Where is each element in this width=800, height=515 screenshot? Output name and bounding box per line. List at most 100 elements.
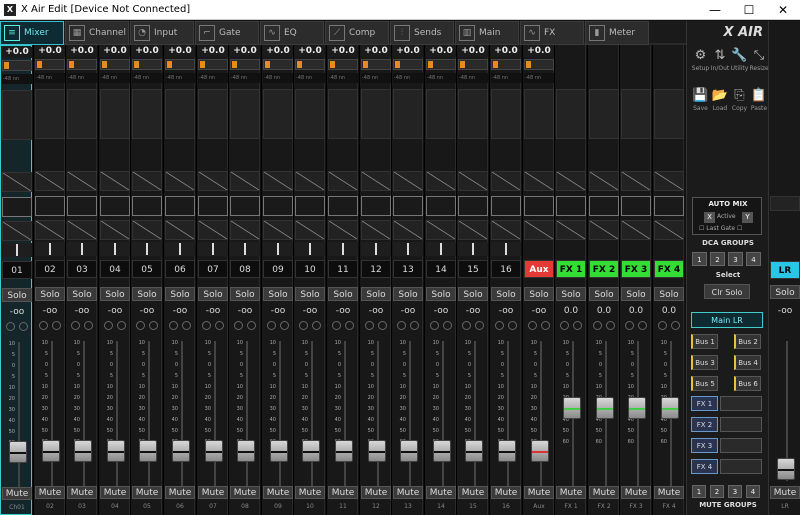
fader-knob[interactable] [302,440,320,462]
maximize-button[interactable]: ☐ [732,0,766,20]
resize-tool[interactable]: ⤡ Resize [750,47,769,75]
gate-curve[interactable] [2,172,32,192]
gain-slider[interactable] [426,59,456,70]
gate-curve[interactable] [263,171,293,191]
insert-slot[interactable] [393,89,423,139]
mute-button[interactable]: Mute [589,486,619,499]
dca-button-2[interactable]: 2 [710,252,725,266]
eq-box[interactable] [295,196,325,216]
eq-box[interactable] [230,196,260,216]
gain-slider[interactable] [458,59,488,70]
insert-slot[interactable] [524,89,554,139]
mute-button[interactable]: Mute [556,486,586,499]
mute-button[interactable]: Mute [328,486,358,499]
fx-thumbnail-4[interactable] [720,459,762,474]
fader-knob[interactable] [531,440,549,462]
fx-button-4[interactable]: FX 4 [691,459,718,474]
pan-control[interactable] [230,242,260,256]
mute-button[interactable]: Mute [491,486,521,499]
mute-button[interactable]: Mute [132,486,162,499]
eq-box[interactable] [426,196,456,216]
channel-name[interactable]: 09 [263,260,293,278]
bus-button-2[interactable]: Bus 2 [734,334,761,349]
channel-name[interactable]: FX 3 [621,260,651,278]
gate-curve[interactable] [361,171,391,191]
solo-button[interactable]: Solo [165,287,195,301]
channel-name[interactable]: 04 [100,260,130,278]
insert-slot[interactable] [426,89,456,139]
eq-box[interactable] [100,196,130,216]
fader-knob[interactable] [563,397,581,419]
comp-curve[interactable] [524,220,554,240]
solo-button[interactable]: Solo [132,287,162,301]
comp-curve[interactable] [198,220,228,240]
solo-button[interactable]: Solo [458,287,488,301]
mute-button[interactable]: Mute [2,487,32,500]
mute-group-button-2[interactable]: 2 [710,485,724,498]
channel-name[interactable]: FX 4 [654,260,684,278]
gain-slider[interactable] [230,59,260,70]
insert-slot[interactable] [491,89,521,139]
comp-curve[interactable] [2,221,32,241]
pan-control[interactable] [295,242,325,256]
gain-slider[interactable] [2,60,32,71]
mute-button[interactable]: Mute [295,486,325,499]
fader-knob[interactable] [433,440,451,462]
last-gate-checkbox[interactable]: ☐ Last Gate ☐ [699,225,742,232]
comp-curve[interactable] [491,220,521,240]
copy-tool[interactable]: ⎘ Copy [730,87,749,115]
channel-name[interactable]: 03 [67,260,97,278]
channel-name[interactable]: FX 1 [556,260,586,278]
pan-control[interactable] [2,243,32,257]
solo-button[interactable]: Solo [426,287,456,301]
fader-knob[interactable] [498,440,516,462]
pan-control[interactable] [426,242,456,256]
mute-button[interactable]: Mute [621,486,651,499]
mute-button[interactable]: Mute [393,486,423,499]
channel-name[interactable]: 01 [2,261,32,279]
comp-curve[interactable] [654,220,684,240]
gain-slider[interactable] [524,59,554,70]
fader-knob[interactable] [205,440,223,462]
pan-control[interactable] [263,242,293,256]
bus-button-5[interactable]: Bus 5 [691,376,718,391]
pan-control[interactable] [361,242,391,256]
setup-tool[interactable]: ⚙ Setup [691,47,710,75]
fader-knob[interactable] [661,397,679,419]
fader-knob[interactable] [74,440,92,462]
bus-button-6[interactable]: Bus 6 [734,376,761,391]
solo-button[interactable]: Solo [621,287,651,301]
channel-name[interactable]: 05 [132,260,162,278]
pan-control[interactable] [132,242,162,256]
in-out-tool[interactable]: ⇅ In/Out [711,47,730,75]
gate-curve[interactable] [458,171,488,191]
eq-box[interactable] [2,197,32,217]
gate-curve[interactable] [132,171,162,191]
insert-slot[interactable] [295,89,325,139]
solo-button[interactable]: Solo [100,287,130,301]
mute-group-button-1[interactable]: 1 [692,485,706,498]
mute-button[interactable]: Mute [524,486,554,499]
tab-input[interactable]: ◔ Input [130,21,194,45]
solo-button[interactable]: Solo [328,287,358,301]
channel-name[interactable]: 15 [458,260,488,278]
channel-name[interactable]: FX 2 [589,260,619,278]
eq-box[interactable] [654,196,684,216]
dca-button-1[interactable]: 1 [692,252,707,266]
gain-slider[interactable] [100,59,130,70]
solo-button[interactable]: Solo [361,287,391,301]
mute-button[interactable]: Mute [230,486,260,499]
fx-button-1[interactable]: FX 1 [691,396,718,411]
comp-curve[interactable] [35,220,65,240]
eq-box[interactable] [263,196,293,216]
comp-curve[interactable] [589,220,619,240]
channel-name[interactable]: 02 [35,260,65,278]
gain-slider[interactable] [491,59,521,70]
save-tool[interactable]: 💾 Save [691,87,710,115]
paste-tool[interactable]: 📋 Paste [750,87,769,115]
fader-knob[interactable] [9,441,27,463]
gate-curve[interactable] [654,171,684,191]
insert-slot[interactable] [458,89,488,139]
comp-curve[interactable] [132,220,162,240]
dca-button-3[interactable]: 3 [728,252,743,266]
